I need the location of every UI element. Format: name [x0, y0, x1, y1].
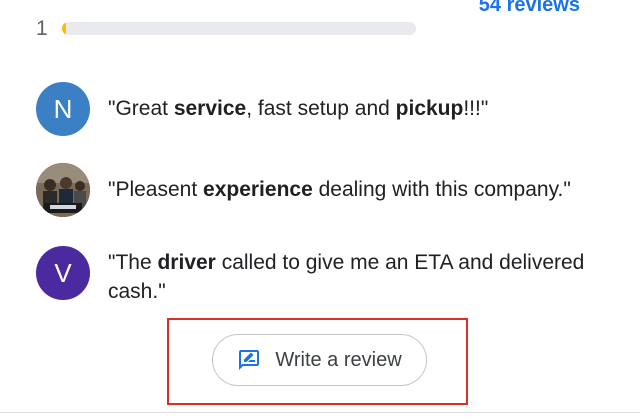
review-snippet: "Great service, fast setup and pickup!!!… [108, 94, 578, 123]
avatar: V [36, 246, 90, 300]
rate-review-icon [239, 350, 260, 370]
write-review-button[interactable]: Write a review [212, 334, 427, 386]
review-item[interactable]: V "The driver called to give me an ETA a… [36, 246, 588, 306]
review-item[interactable]: "Pleasent experience dealing with this c… [36, 163, 578, 217]
avatar-letter: N [53, 93, 73, 124]
user-photo-icon [36, 163, 90, 217]
review-text-part: "The [108, 251, 158, 274]
avatar [36, 163, 90, 217]
review-text-part: "Pleasent [108, 178, 204, 201]
review-text-part: "Great [108, 97, 174, 120]
review-snippet: "The driver called to give me an ETA and… [108, 248, 588, 306]
review-keyword: service [173, 97, 247, 120]
review-text-part: !!!" [463, 97, 489, 120]
write-review-label: Write a review [275, 348, 402, 371]
rating-bar-track [62, 22, 416, 35]
review-snippet: "Pleasent experience dealing with this c… [108, 175, 578, 204]
avatar-letter: V [54, 257, 72, 288]
avatar: N [36, 82, 90, 136]
rating-bar-fill [62, 22, 66, 35]
review-keyword: experience [203, 178, 313, 201]
reviews-panel: 54 reviews 1 N "Great service, fast setu… [0, 0, 640, 420]
review-item[interactable]: N "Great service, fast setup and pickup!… [36, 82, 578, 136]
review-text-part: dealing with this company." [312, 178, 571, 201]
review-keyword: driver [157, 251, 216, 274]
reviews-count-link[interactable]: 54 reviews [479, 0, 580, 17]
review-keyword: pickup [395, 97, 464, 120]
rating-label: 1 [36, 17, 48, 40]
rating-row-1: 1 [36, 17, 62, 41]
divider [0, 412, 640, 413]
review-text-part: , fast setup and [246, 97, 396, 120]
